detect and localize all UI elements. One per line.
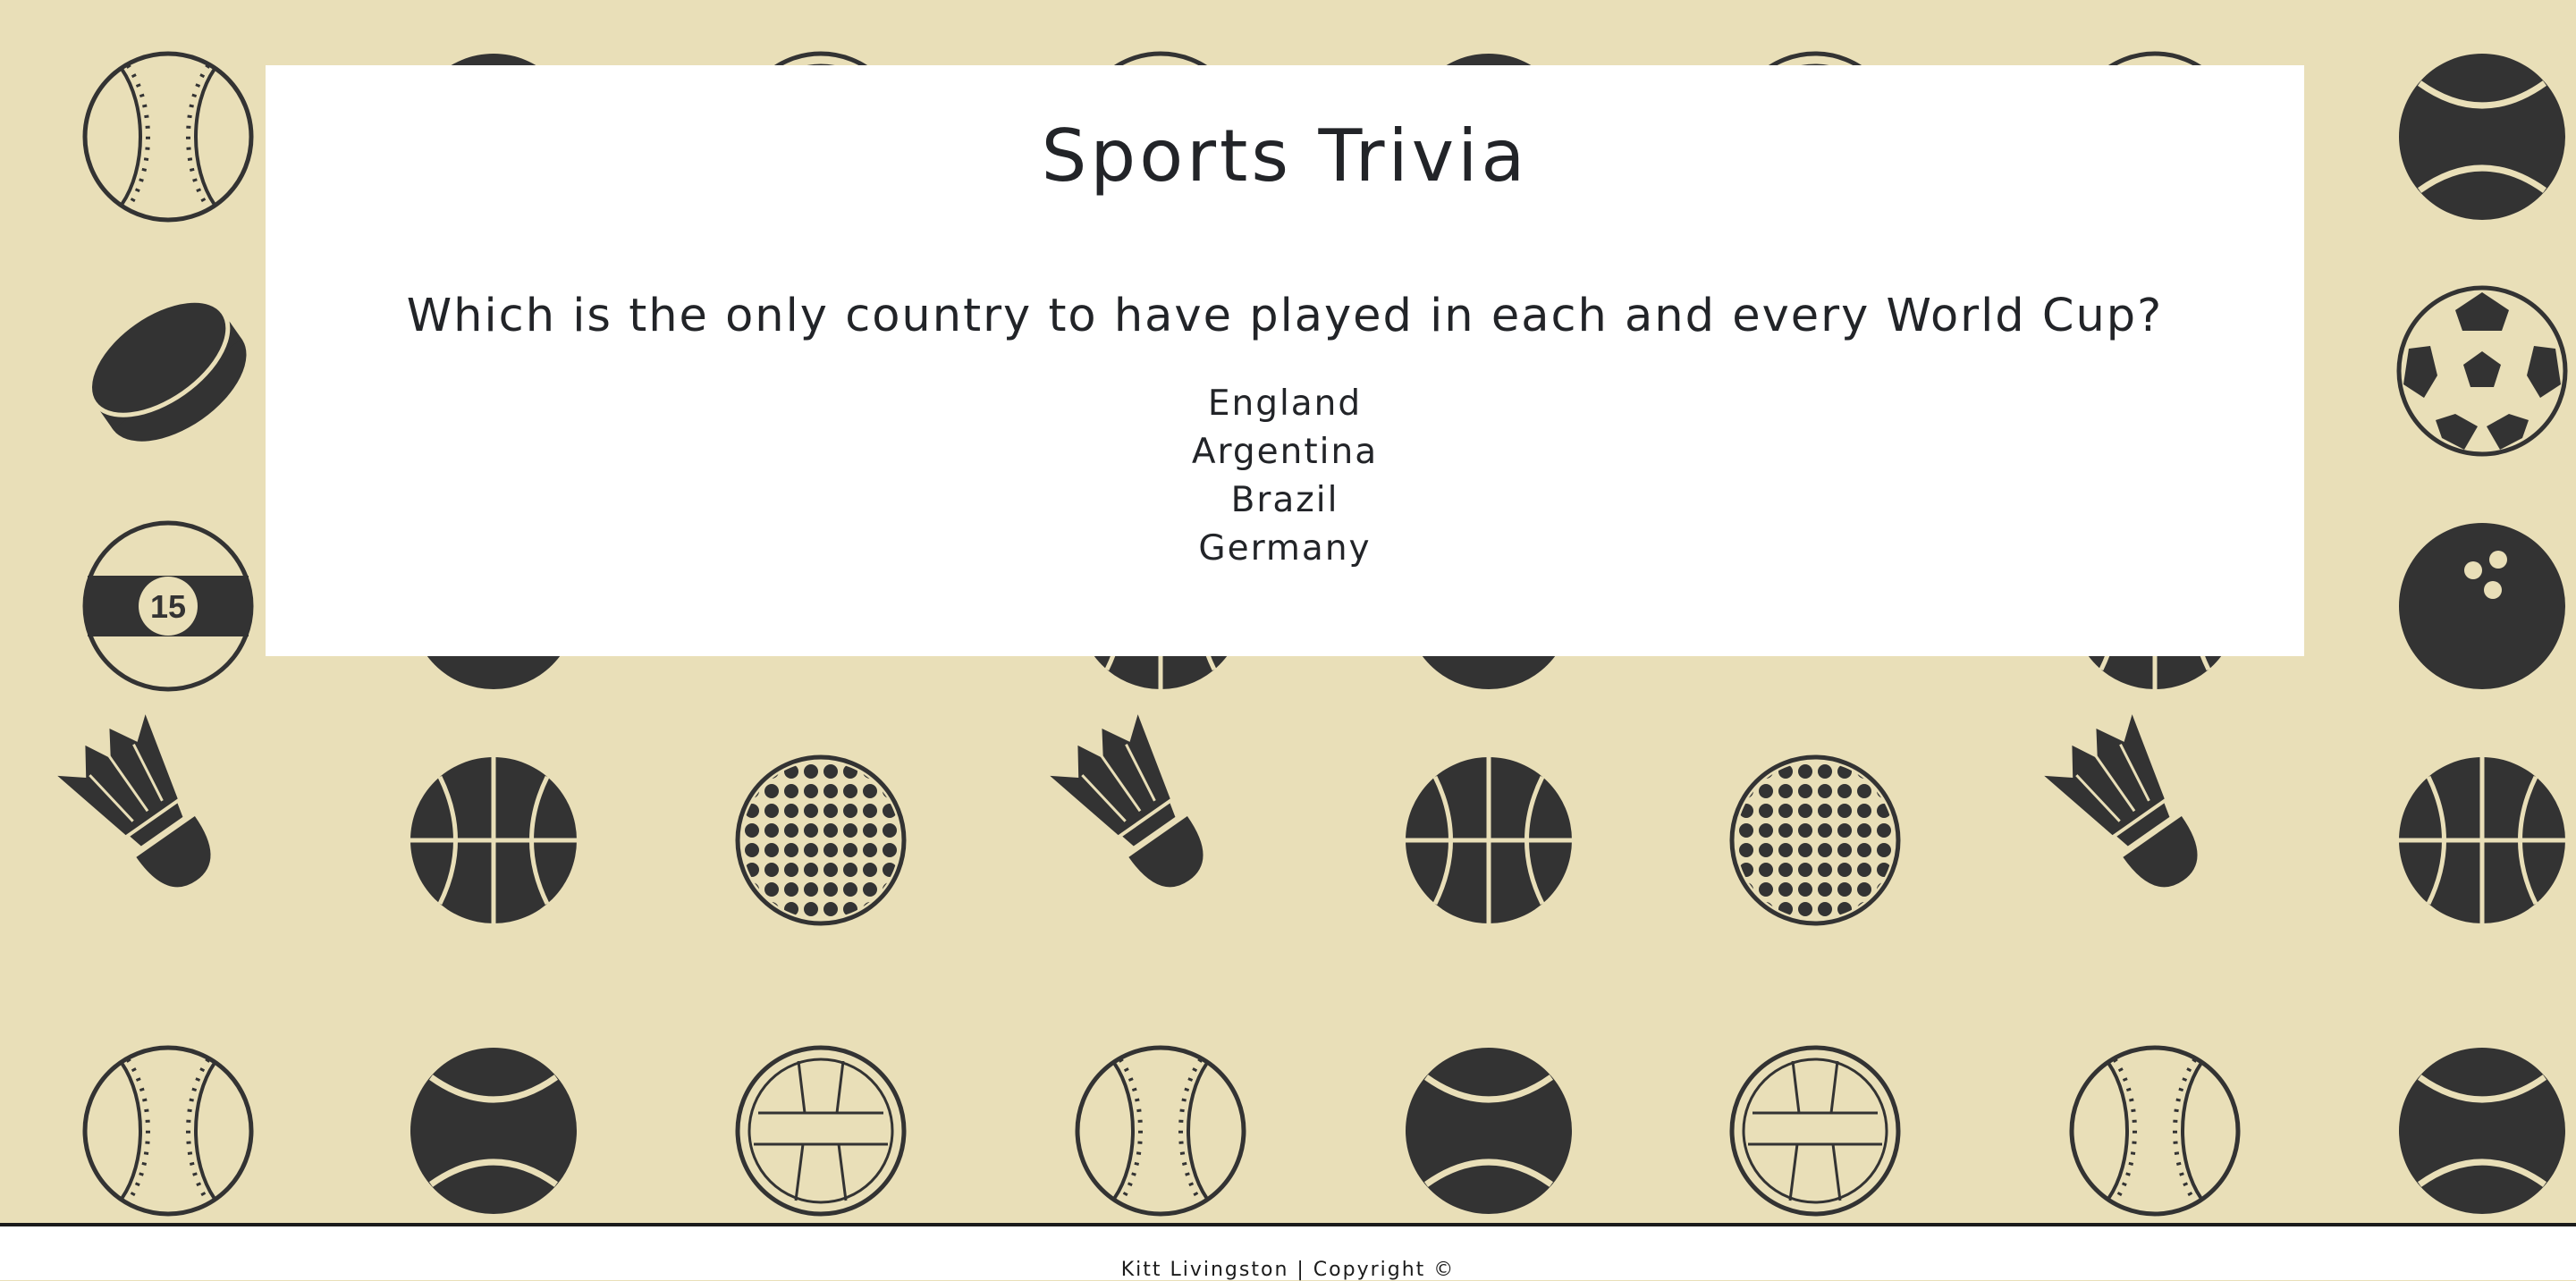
footer-copyright: Kitt Livingston | Copyright © <box>1120 1259 1456 1281</box>
golf-ball-icon <box>738 757 904 923</box>
shuttlecock-icon <box>50 704 242 914</box>
bowling-ball-icon <box>2399 523 2565 689</box>
answer-option-argentina[interactable]: Argentina <box>266 428 2304 476</box>
golf-ball-icon <box>1732 757 1898 923</box>
baseball-icon <box>1077 1048 1244 1214</box>
trivia-card: Sports Trivia Which is the only country … <box>266 65 2304 656</box>
tennis-ball-icon <box>1406 1048 1572 1214</box>
soccer-ball-icon <box>2399 288 2565 454</box>
tennis-ball-icon <box>410 1048 577 1214</box>
shuttlecock-icon <box>1043 704 1235 914</box>
baseball-icon <box>85 1048 251 1214</box>
basketball-icon <box>410 757 577 923</box>
basketball-icon <box>2399 757 2565 923</box>
billiard-ball-icon <box>84 523 251 689</box>
answer-option-germany[interactable]: Germany <box>266 525 2304 573</box>
baseball-icon <box>85 54 251 220</box>
volleyball-icon <box>738 1048 904 1214</box>
question-text: Which is the only country to have played… <box>406 290 2164 342</box>
tennis-ball-icon <box>2399 54 2565 220</box>
answer-list: England Argentina Brazil Germany <box>266 380 2304 573</box>
page-footer: Kitt Livingston | Copyright © <box>0 1223 2576 1281</box>
hockey-puck-icon <box>70 277 266 464</box>
basketball-icon <box>1406 757 1572 923</box>
page-title: Sports Trivia <box>1041 114 1529 198</box>
volleyball-icon <box>1732 1048 1898 1214</box>
tennis-ball-icon <box>2399 1048 2565 1214</box>
shuttlecock-icon <box>2037 704 2229 914</box>
answer-option-england[interactable]: England <box>266 380 2304 428</box>
baseball-icon <box>2072 1048 2238 1214</box>
answer-option-brazil[interactable]: Brazil <box>266 476 2304 525</box>
